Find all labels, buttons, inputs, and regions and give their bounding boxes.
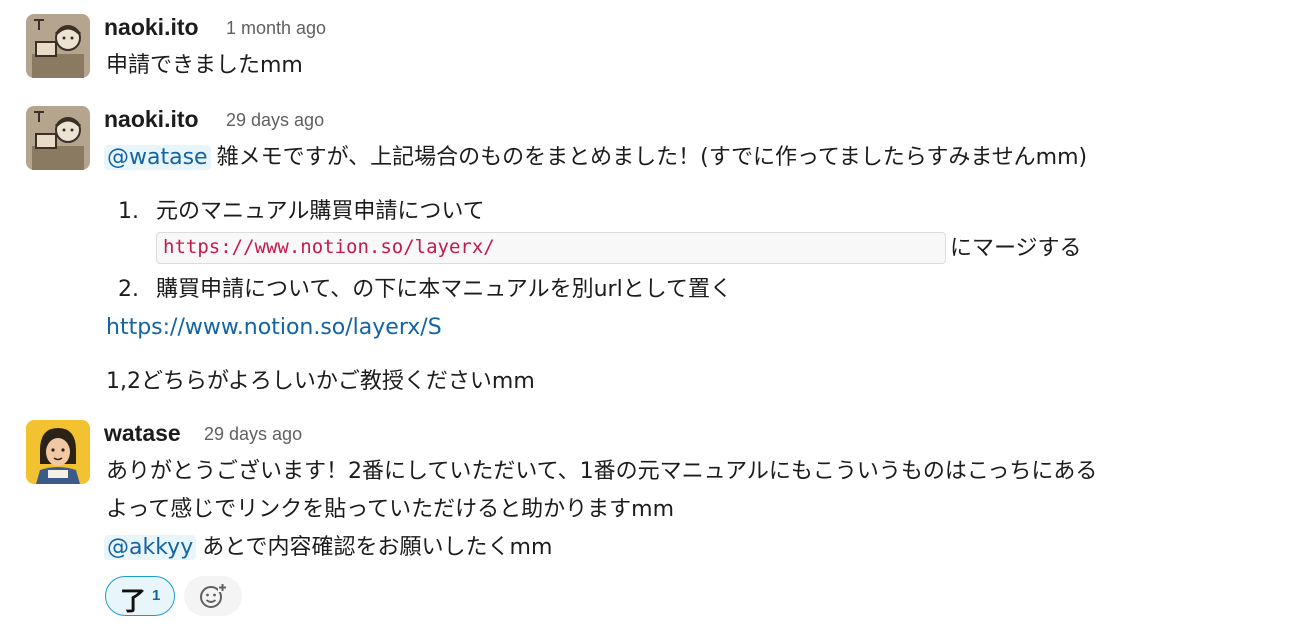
list-item-suffix: にマージする: [950, 236, 1082, 261]
avatar-naoki-icon: [26, 14, 90, 78]
code-url: https://www.notion.so/layerx/: [163, 236, 495, 258]
reaction-emoji: 了: [120, 587, 147, 617]
avatar-naoki-icon: [26, 106, 90, 170]
message-text-line: @watase 雑メモですが、上記場合のものをまとめました！(すでに作ってましたら…: [104, 144, 1087, 172]
list-number: 2.: [118, 277, 139, 302]
message-text-line: @akkyy あとで内容確認をお願いしたくmm: [104, 534, 552, 562]
message-text: ありがとうございます！2番にしていただいて、1番の元マニュアルにもこういうものは…: [106, 459, 1098, 484]
list-item-text: 購買申請について、の下に本マニュアルを別urlとして置く: [156, 277, 733, 302]
avatar[interactable]: [26, 420, 90, 484]
list-item-text: 元のマニュアル購買申請について: [156, 199, 485, 224]
author-name[interactable]: naoki.ito: [104, 14, 199, 41]
reaction-count: 1: [152, 587, 161, 604]
timestamp[interactable]: 1 month ago: [226, 18, 326, 39]
author-name[interactable]: naoki.ito: [104, 106, 199, 133]
message-text: 雑メモですが、上記場合のものをまとめました！(すでに作ってましたらすみませんmm…: [216, 145, 1088, 170]
message-text: 申請できましたmm: [106, 53, 303, 78]
mention-watase[interactable]: @watase: [104, 145, 211, 170]
add-reaction-button[interactable]: [184, 576, 242, 616]
avatar[interactable]: [26, 106, 90, 170]
avatar-watase-icon: [26, 420, 90, 484]
reaction-pill[interactable]: 了 1: [105, 576, 175, 617]
notion-link[interactable]: https://www.notion.so/layerx/S: [106, 314, 442, 342]
message-text: 1,2どちらがよろしいかご教授くださいmm: [106, 369, 535, 394]
message-text: あとで内容確認をお願いしたくmm: [202, 535, 553, 560]
mention-akkyy[interactable]: @akkyy: [104, 535, 197, 560]
timestamp[interactable]: 29 days ago: [204, 424, 302, 445]
avatar[interactable]: [26, 14, 90, 78]
add-reaction-icon: [200, 583, 227, 608]
message-text: よって感じでリンクを貼っていただけると助かりますmm: [106, 497, 675, 522]
author-name[interactable]: watase: [104, 420, 181, 447]
list-number: 1.: [118, 199, 139, 224]
inline-code-block: https://www.notion.so/layerx/: [156, 232, 946, 264]
timestamp[interactable]: 29 days ago: [226, 110, 324, 131]
